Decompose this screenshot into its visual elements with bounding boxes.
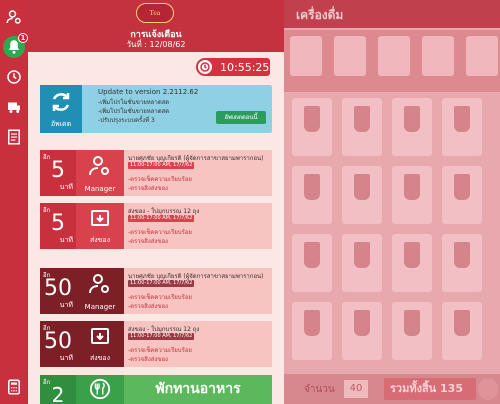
panel-date: วันที่ : 12/08/62 (126, 40, 186, 49)
task-card[interactable]: อีก 5 นาที Manager นายศุภชัย บุญเกียรติ … (40, 150, 272, 196)
brand-logo: Tea (136, 3, 174, 23)
timer-box: อีก 50 นาที (40, 321, 76, 367)
minute-unit: นาที (59, 236, 73, 244)
total-label: รวมทั้งสิ้น 135 (384, 378, 476, 400)
manager-icon (89, 156, 109, 176)
qty-value: 40 (344, 380, 368, 398)
update-now-button[interactable]: อัพเดตตอนนี้ (216, 111, 266, 124)
document-icon[interactable] (3, 126, 25, 148)
pos-product (292, 98, 332, 156)
update-line: -ปรับปรุงระบบครั้งที่ 3 (98, 117, 155, 124)
user-gear-icon[interactable] (3, 6, 25, 28)
task-item: -ตรวจสิงส่งของ (128, 238, 168, 245)
notification-badge: 1 (18, 33, 28, 43)
minute-unit: นาที (59, 301, 73, 309)
role-label: Manager (84, 303, 116, 311)
remain-minutes: 2 (51, 383, 65, 404)
alarm-clock-icon (196, 58, 214, 76)
pos-product (292, 234, 332, 292)
pos-product (292, 302, 332, 360)
task-time: 11:00-17:00 AM, 17/7/62 (128, 215, 195, 222)
update-label: อัพเดต (50, 120, 72, 128)
role-box: ส่งของ (76, 203, 124, 249)
delivery-icon[interactable] (3, 96, 25, 118)
bell-icon[interactable]: 1 (3, 33, 28, 58)
pos-product (392, 166, 432, 224)
pos-product (392, 98, 432, 156)
notification-panel: Tea การแจ้งเตือน วันที่ : 12/08/62 10:55… (28, 0, 284, 404)
task-card[interactable]: อีก 5 นาที ส่งของ ส่งของ - ใบ่มุกบรรณ 12… (40, 203, 272, 249)
timer-box: อีก 50 นาที (40, 268, 76, 314)
task-card[interactable]: อีก 50 นาที ส่งของ ส่งของ - ใบ่มุกบรรณ 1… (40, 321, 272, 367)
clock-time: 10:55:25 (220, 60, 270, 74)
pos-title: เครื่องดื่ม (296, 8, 344, 22)
role-box: Manager (76, 268, 124, 314)
calculator-icon[interactable] (3, 376, 25, 398)
next-arrow-icon (478, 378, 498, 400)
refresh-icon (52, 93, 70, 111)
task-item: -ตรวจสิงส่งของ (128, 303, 168, 310)
task-time: 11:00-17:00 AM, 17/7/62 (128, 333, 195, 340)
sidebar: 1 (0, 0, 28, 404)
remain-minutes: 50 (44, 276, 72, 301)
task-item: -ตรวจสิงส่งของ (128, 185, 168, 192)
pos-category (466, 36, 498, 76)
meal-icon (89, 378, 111, 400)
break-card[interactable]: อีก 2 พักทานอาหาร (40, 375, 272, 404)
pos-product (292, 166, 332, 224)
pos-product (442, 166, 482, 224)
role-label: Manager (84, 185, 116, 193)
role-label: ส่งของ (89, 236, 111, 244)
minute-unit: นาที (59, 183, 73, 191)
pos-category (290, 36, 322, 76)
pos-product (442, 234, 482, 292)
remain-minutes: 5 (51, 158, 65, 183)
role-box (76, 375, 124, 404)
role-box: Manager (76, 150, 124, 196)
task-time: 11:00-17:00 AM, 17/7/62 (128, 280, 195, 287)
timer-box: อีก 5 นาที (40, 203, 76, 249)
task-card[interactable]: อีก 50 นาที Manager นายศุภชัย บุญเกียรติ… (40, 268, 272, 314)
minute-unit: นาที (59, 354, 73, 362)
break-title: พักทานอาหาร (124, 375, 272, 404)
logo-text: Tea (149, 9, 161, 17)
pos-footer: จำนวน 40 รวมทั้งสิ้น 135 (284, 374, 500, 404)
update-card: อัพเดต Update to version 2.2112.62 -เพิ่… (40, 85, 272, 133)
pos-product (342, 234, 382, 292)
delivery-box-icon (91, 210, 109, 226)
role-box: ส่งของ (76, 321, 124, 367)
pos-product (342, 166, 382, 224)
pos-product (442, 302, 482, 360)
pos-product (442, 98, 482, 156)
pos-category (334, 36, 366, 76)
remain-minutes: 5 (51, 211, 65, 236)
remain-minutes: 50 (44, 329, 72, 354)
pos-category (378, 36, 410, 76)
timer-box: อีก 5 นาที (40, 150, 76, 196)
pos-product (392, 302, 432, 360)
qty-label: จำนวน (304, 384, 335, 395)
history-icon[interactable] (3, 66, 25, 88)
task-item: -ตรวจสิงส่งของ (128, 356, 168, 363)
pos-category (422, 36, 454, 76)
task-time: 11:00-17:00 AM, 17/7/62 (128, 162, 195, 169)
role-label: ส่งของ (89, 354, 111, 362)
background-pos-screen: เครื่องดื่ม จำนวน 40 รวมทั้งสิ้น 135 (284, 0, 500, 404)
update-version: Update to version 2.2112.62 (98, 88, 199, 96)
pos-category-row (284, 30, 500, 92)
pos-product (392, 234, 432, 292)
panel-header: Tea การแจ้งเตือน วันที่ : 12/08/62 (28, 0, 284, 52)
manager-icon (89, 274, 109, 294)
pos-product-grid (292, 98, 496, 370)
update-icon-box: อัพเดต (40, 85, 82, 133)
pos-product (342, 302, 382, 360)
pos-product (342, 98, 382, 156)
timer-box: อีก 2 (40, 375, 76, 404)
delivery-box-icon (91, 328, 109, 344)
pos-header: เครื่องดื่ม (284, 0, 500, 28)
clock: 10:55:25 (196, 58, 270, 76)
